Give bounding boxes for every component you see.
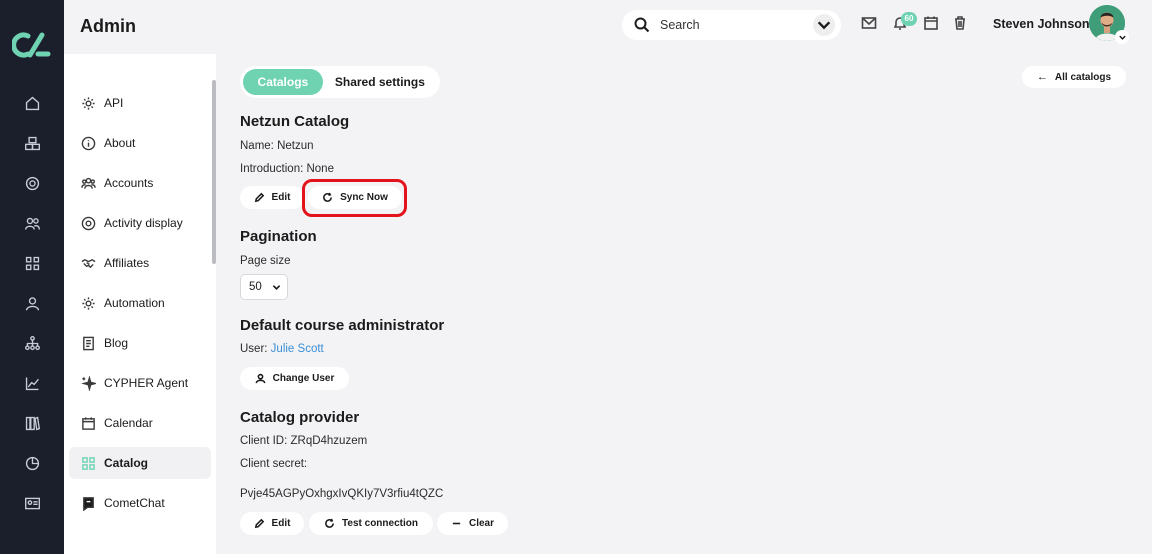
user-icon [255,373,266,384]
target-icon [81,216,96,230]
admin-user-line: User: Julie Scott [240,343,324,355]
id-card-icon[interactable] [22,493,42,513]
cubes-icon[interactable] [22,133,42,153]
grid-icon [82,456,95,470]
sidebar-item-label: Catalog [104,456,149,470]
page-title: Admin [80,16,136,36]
gear-icon [82,96,95,110]
catalog-introduction: Introduction: None [240,163,334,175]
admin-user-prefix: User: [240,343,271,355]
sidebar-item-affiliates[interactable]: Affiliates [69,247,211,279]
calendar-icon [82,416,95,430]
search-icon [634,17,650,33]
test-connection-label: Test connection [342,518,418,529]
sidebar-item-label: CometChat [104,496,165,510]
catalog-edit-label: Edit [271,192,291,203]
sidebar-item-about[interactable]: About [69,127,211,159]
pencil-icon [254,518,264,529]
app-rail [0,0,64,554]
sidebar-item-label: Accounts [104,176,154,190]
all-catalogs-label: All catalogs [1054,71,1112,83]
sidebar-item-label: Automation [104,296,165,310]
provider-title: Catalog provider [240,409,360,426]
users-icon[interactable] [22,213,42,233]
sidebar-item-label: About [104,136,136,150]
catalog-edit-button[interactable]: Edit [240,186,304,209]
client-id: Client ID: ZRqD4hzuzem [240,435,368,447]
provider-edit-button[interactable]: Edit [240,512,304,535]
catalog-title: Netzun Catalog [240,113,350,130]
arrow-left-icon: ← [1036,71,1048,83]
all-catalogs-button[interactable]: ← All catalogs [1022,66,1126,88]
sidebar-item-catalog[interactable]: Catalog [69,447,211,479]
grid-icon[interactable] [22,253,42,273]
sidebar-item-activity-display[interactable]: Activity display [69,207,211,239]
handshake-icon [81,258,96,268]
sidebar-item-label: API [104,96,124,110]
pencil-icon [254,192,264,203]
sidebar-scrollbar[interactable] [212,80,216,264]
pagination-title: Pagination [240,228,317,245]
chevron-down-icon [817,21,831,30]
trash-icon[interactable] [952,15,970,33]
chevron-down-icon [272,285,281,290]
chart-icon[interactable] [22,373,42,393]
minus-icon [452,522,461,525]
search-placeholder[interactable]: Search [660,18,700,32]
mail-icon[interactable] [861,15,879,33]
pie-chart-icon[interactable] [22,453,42,473]
sidebar-item-label: Calendar [104,416,153,430]
sidebar-item-api[interactable]: API [69,87,211,119]
calendar-icon[interactable] [923,15,941,33]
change-user-button[interactable]: Change User [240,367,349,390]
sidebar-item-label: CYPHER Agent [104,376,189,390]
sidebar-item-label: Affiliates [104,256,150,270]
admin-user-link[interactable]: Julie Scott [271,343,324,355]
chat-icon [83,496,94,511]
sidebar-item-cypher-agent[interactable]: CYPHER Agent [69,367,211,399]
user-name[interactable]: Steven Johnson [993,17,1090,31]
sidebar-item-cometchat[interactable]: CometChat [69,487,211,519]
account-menu-toggle[interactable] [1115,30,1129,44]
page-size-label: Page size [240,255,291,267]
search-dropdown-button[interactable] [813,14,835,36]
clear-button[interactable]: Clear [437,512,508,535]
users-icon [81,177,96,189]
tab-catalogs[interactable]: Catalogs [243,69,323,95]
library-icon[interactable] [22,413,42,433]
tab-shared-settings[interactable]: Shared settings [323,69,437,95]
test-connection-button[interactable]: Test connection [309,512,433,535]
app-logo[interactable] [11,30,52,60]
provider-edit-label: Edit [271,518,291,529]
sync-now-highlight [302,179,407,217]
catalog-name: Name: Netzun [240,140,314,152]
sidebar-item-label: Activity display [104,216,183,230]
client-secret-value: Pvje45AGPyOxhgxIvQKIy7V3rfiu4tQZC [240,488,444,500]
home-icon[interactable] [22,93,42,113]
change-user-label: Change User [272,373,335,384]
client-secret-label: Client secret: [240,458,308,470]
sidebar-item-label: Blog [104,336,129,350]
refresh-icon [325,518,334,528]
sidebar-item-calendar[interactable]: Calendar [69,407,211,439]
settings-sidebar: API About Accounts Activity display Affi… [64,54,216,554]
clear-label: Clear [468,518,494,529]
page-size-select[interactable]: 50 [240,274,288,300]
document-icon [83,336,94,350]
catalog-tabs: Catalogs Shared settings [240,66,440,98]
sidebar-item-automation[interactable]: Automation [69,287,211,319]
target-icon[interactable] [22,173,42,193]
sparkle-icon [81,375,96,391]
sidebar-item-accounts[interactable]: Accounts [69,167,211,199]
chevron-down-icon [1118,35,1126,40]
page-size-value: 50 [249,281,262,293]
info-icon [81,136,96,150]
sidebar-item-blog[interactable]: Blog [69,327,211,359]
gear-icon [82,296,95,310]
hierarchy-icon[interactable] [22,333,42,353]
user-icon[interactable] [22,293,42,313]
notification-badge: 60 [901,12,917,26]
admin-title: Default course administrator [240,317,445,334]
search-bar[interactable]: Search [622,10,841,40]
